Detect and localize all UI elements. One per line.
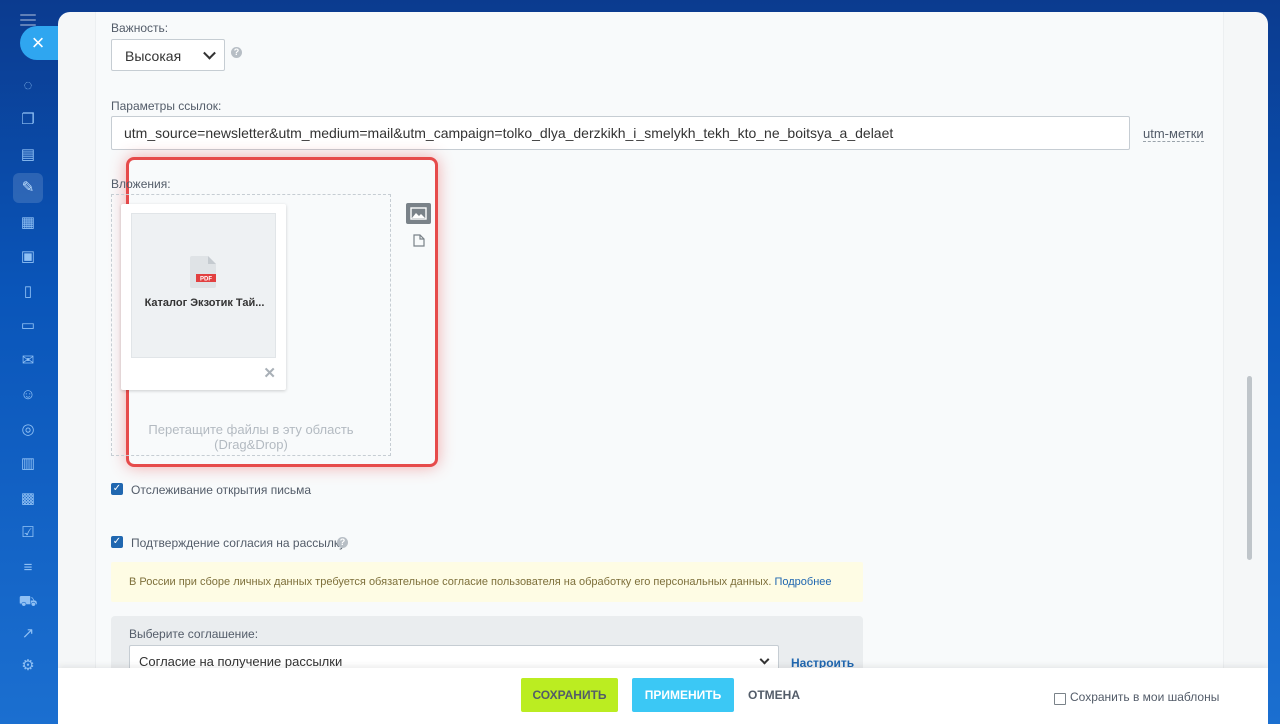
agreement-chevron-down-icon	[759, 654, 770, 665]
panel-scrollbar[interactable]	[1247, 376, 1252, 560]
chat-icon[interactable]: ❐	[18, 110, 38, 130]
importance-value: Высокая	[125, 48, 182, 64]
link-params-label: Параметры ссылок:	[111, 99, 222, 113]
importance-label: Важность:	[111, 21, 169, 35]
consent-help-icon[interactable]: ?	[337, 537, 348, 548]
left-rail: × ◌ ❐ ▤ ✎ ▦ ▣ ▯ ▭ ✉ ☺ ◎ ▥ ▩ ☑ ≡ ⛟ ↗ ⚙	[0, 0, 58, 724]
footer-bar: СОХРАНИТЬ ПРИМЕНИТЬ ОТМЕНА Сохранить в м…	[58, 668, 1268, 724]
consent-notice-text: В России при сборе личных данных требует…	[129, 576, 772, 588]
upload-image-icon[interactable]	[406, 203, 431, 224]
form-container: Важность: Высокая ? Параметры ссылок: ut…	[95, 12, 1224, 724]
menu-icon[interactable]	[20, 14, 36, 26]
marketing-icon[interactable]: ✎	[13, 173, 43, 203]
save-button[interactable]: СОХРАНИТЬ	[521, 678, 618, 712]
document-icon[interactable]: ▤	[18, 145, 38, 165]
consent-more-link[interactable]: Подробнее	[774, 576, 831, 588]
calendar-icon[interactable]: ▦	[18, 213, 38, 233]
file-icon[interactable]: ▯	[18, 282, 38, 302]
tracking-label: Отслеживание открытия письма	[131, 483, 312, 497]
close-slider-button[interactable]: ×	[20, 26, 58, 60]
agreement-label: Выберите соглашение:	[129, 627, 259, 641]
checklist-icon[interactable]: ☑	[18, 523, 38, 543]
pdf-badge-label: PDF	[200, 277, 212, 283]
attachments-label: Вложения:	[111, 177, 171, 191]
settings-icon[interactable]: ⚙	[18, 656, 38, 676]
help-icon[interactable]: ?	[231, 47, 242, 58]
chart-icon[interactable]: ↗	[18, 624, 38, 644]
agreement-value: Согласие на получение рассылки	[139, 654, 343, 669]
remove-attachment-icon[interactable]: ✕	[263, 364, 276, 382]
attachment-preview: PDF Каталог Экзотик Тай...	[131, 213, 276, 358]
importance-select[interactable]: Высокая	[111, 39, 225, 71]
consent-label: Подтверждение согласия на рассылку	[131, 536, 346, 550]
tasks-icon[interactable]: ◎	[18, 420, 38, 440]
pdf-file-icon: PDF	[190, 256, 216, 288]
cart-icon[interactable]: ⛟	[18, 592, 38, 612]
dropzone-hint: Перетащите файлы в эту область (Drag&Dro…	[148, 422, 354, 452]
sites-icon[interactable]: ▭	[18, 316, 38, 336]
attachment-file-name: Каталог Экзотик Тай...	[144, 297, 265, 309]
consent-checkbox[interactable]: ✓	[111, 536, 123, 548]
tracking-checkbox[interactable]: ✓	[111, 483, 123, 495]
save-template-label: Сохранить в мои шаблоны	[1070, 690, 1220, 704]
filter-icon[interactable]: ≡	[18, 558, 38, 578]
notebook-icon[interactable]: ▥	[18, 454, 38, 474]
users-icon[interactable]: ☺	[18, 385, 38, 405]
save-template-checkbox[interactable]	[1054, 693, 1066, 705]
activity-icon[interactable]: ◌	[18, 76, 38, 96]
utm-tags-link[interactable]: utm-метки	[1143, 126, 1204, 142]
letter-settings-panel: Важность: Высокая ? Параметры ссылок: ut…	[58, 12, 1268, 724]
consent-notice: В России при сборе личных данных требует…	[111, 562, 863, 602]
contacts-icon[interactable]: ▣	[18, 247, 38, 267]
mail-icon[interactable]: ✉	[18, 351, 38, 371]
apply-button[interactable]: ПРИМЕНИТЬ	[632, 678, 734, 712]
upload-file-icon[interactable]	[413, 234, 425, 247]
attachment-card[interactable]: PDF Каталог Экзотик Тай... ✕	[121, 204, 286, 390]
chevron-down-icon	[203, 46, 216, 60]
cancel-button[interactable]: ОТМЕНА	[748, 678, 800, 712]
crm-icon[interactable]: ▩	[18, 489, 38, 509]
link-params-input[interactable]: utm_source=newsletter&utm_medium=mail&ut…	[111, 116, 1130, 150]
